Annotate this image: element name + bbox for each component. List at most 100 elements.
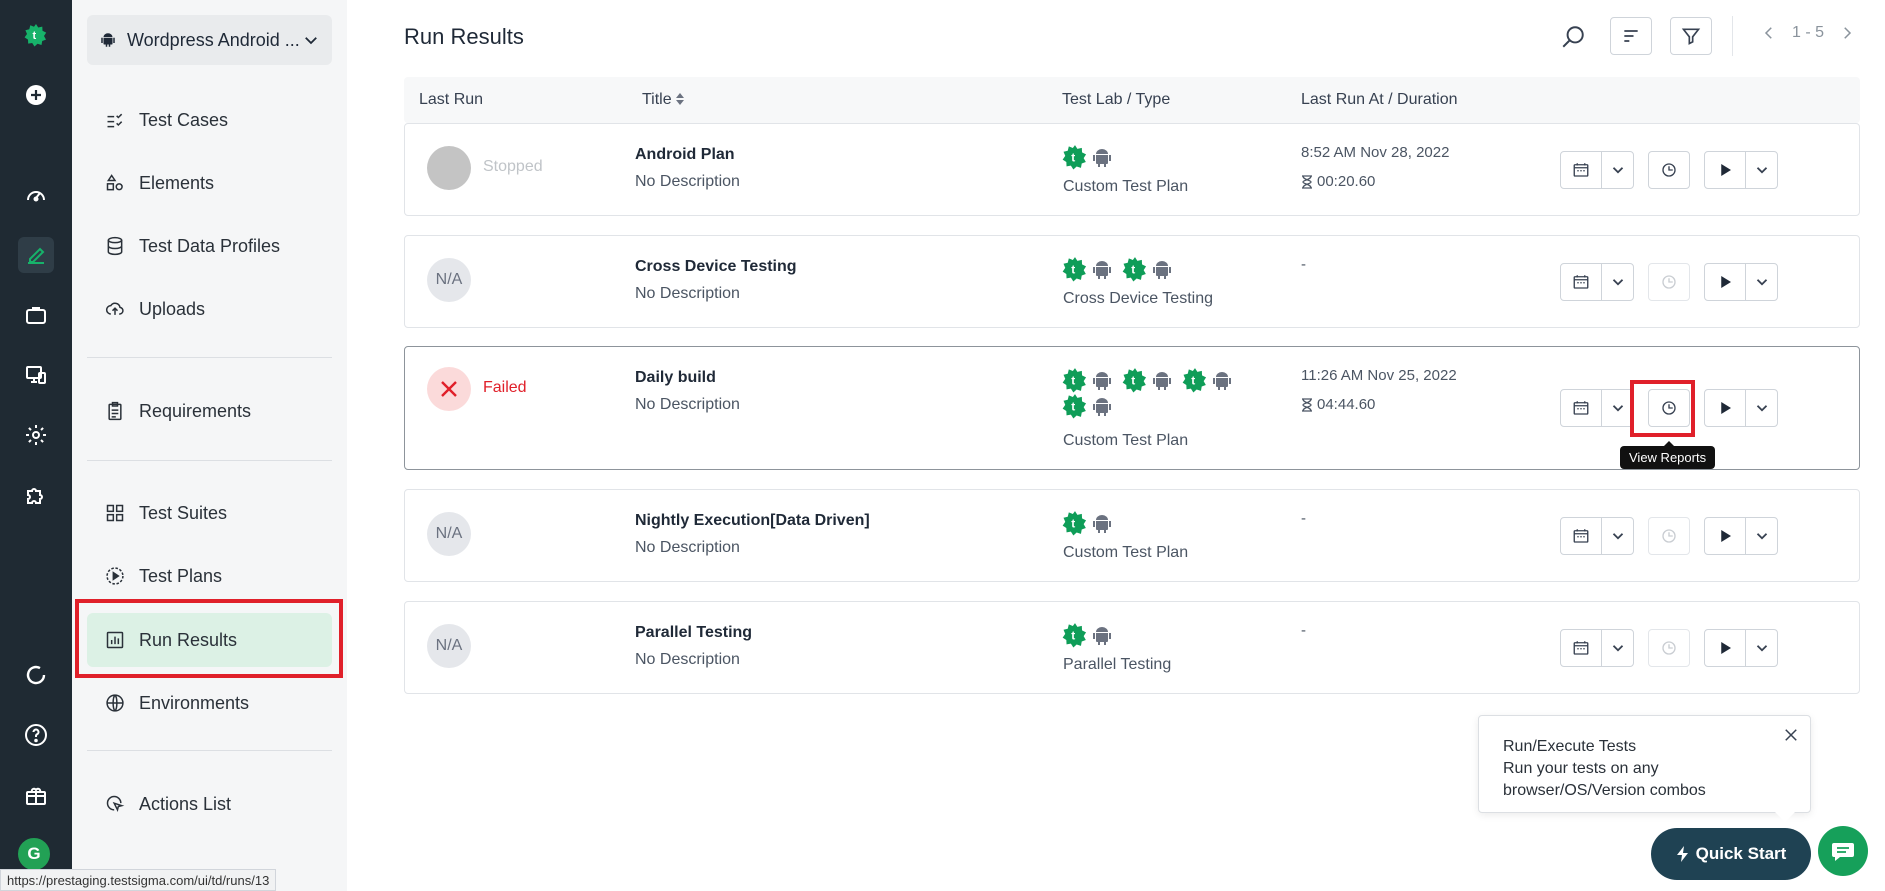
schedule-button[interactable] bbox=[1561, 390, 1601, 426]
search-icon[interactable] bbox=[1560, 24, 1586, 50]
nav-item-requirements[interactable]: Requirements bbox=[87, 384, 332, 438]
run-dropdown-button[interactable] bbox=[1745, 152, 1777, 188]
table-row[interactable]: N/A Parallel Testing No Description t Pa… bbox=[404, 601, 1860, 694]
test-lab-icons: t t bbox=[1062, 256, 1322, 282]
status-badge: N/A bbox=[427, 512, 471, 556]
schedule-dropdown-button[interactable] bbox=[1601, 264, 1633, 300]
row-actions bbox=[1560, 517, 1778, 555]
schedule-button[interactable] bbox=[1561, 264, 1601, 300]
report-pie-icon bbox=[1662, 529, 1676, 543]
chat-bubble-icon bbox=[1832, 843, 1854, 861]
schedule-button[interactable] bbox=[1561, 152, 1601, 188]
help-question-icon[interactable] bbox=[18, 717, 54, 753]
col-header-lab-type: Test Lab / Type bbox=[1062, 91, 1171, 108]
sort-arrows-icon bbox=[675, 93, 684, 105]
last-run-at: - bbox=[1301, 622, 1306, 639]
view-reports-button[interactable] bbox=[1648, 629, 1690, 667]
chevron-left-icon[interactable] bbox=[1760, 24, 1778, 42]
row-title[interactable]: Android Plan bbox=[635, 146, 735, 164]
test-lab-icons: t bbox=[1062, 622, 1252, 648]
chevron-down-icon bbox=[1612, 405, 1623, 412]
android-icon bbox=[1213, 372, 1231, 390]
run-button[interactable] bbox=[1705, 630, 1745, 666]
table-row[interactable]: N/A Cross Device Testing No Description … bbox=[404, 235, 1860, 328]
briefcase-icon[interactable] bbox=[18, 297, 54, 333]
project-name: Wordpress Android ... bbox=[127, 29, 300, 50]
last-run-at: 11:26 AM Nov 25, 2022 bbox=[1301, 367, 1457, 384]
chat-button[interactable] bbox=[1818, 826, 1868, 876]
view-reports-button[interactable] bbox=[1648, 263, 1690, 301]
chevron-down-icon bbox=[1756, 405, 1767, 412]
icon-rail: t G bbox=[0, 0, 72, 891]
row-title[interactable]: Cross Device Testing bbox=[635, 258, 797, 276]
browser-status-url: https://prestaging.testsigma.com/ui/td/r… bbox=[0, 869, 277, 891]
project-selector[interactable]: Wordpress Android ... bbox=[87, 15, 332, 65]
view-reports-button[interactable] bbox=[1648, 517, 1690, 555]
run-button[interactable] bbox=[1705, 390, 1745, 426]
run-button[interactable] bbox=[1705, 152, 1745, 188]
table-row[interactable]: N/A Nightly Execution[Data Driven] No De… bbox=[404, 489, 1860, 582]
run-button[interactable] bbox=[1705, 518, 1745, 554]
chevron-down-icon bbox=[1612, 167, 1623, 174]
col-header-last-run-at: Last Run At / Duration bbox=[1301, 91, 1458, 108]
clipboard-icon bbox=[108, 401, 122, 421]
run-dropdown-button[interactable] bbox=[1745, 264, 1777, 300]
checklist-icon bbox=[107, 113, 123, 128]
test-lab-type: Custom Test Plan bbox=[1063, 544, 1189, 561]
chevron-down-icon bbox=[1756, 167, 1767, 174]
pencil-edit-icon[interactable] bbox=[18, 237, 54, 273]
schedule-button[interactable] bbox=[1561, 518, 1601, 554]
nav-item-test-cases[interactable]: Test Cases bbox=[87, 93, 332, 147]
view-reports-button[interactable] bbox=[1648, 151, 1690, 189]
schedule-button[interactable] bbox=[1561, 630, 1601, 666]
table-header: Last Run Title Test Lab / Type Last Run … bbox=[404, 77, 1860, 123]
svg-text:t: t bbox=[1131, 262, 1135, 276]
col-header-title[interactable]: Title bbox=[642, 91, 685, 109]
quick-start-label: Quick Start bbox=[1695, 844, 1787, 863]
calendar-icon bbox=[1573, 401, 1589, 415]
row-title[interactable]: Parallel Testing bbox=[635, 624, 752, 642]
schedule-dropdown-button[interactable] bbox=[1601, 152, 1633, 188]
filter-button[interactable] bbox=[1670, 17, 1712, 55]
nav-item-label: Test Cases bbox=[139, 109, 229, 130]
schedule-button-group bbox=[1560, 517, 1634, 555]
last-run-at: 8:52 AM Nov 28, 2022 bbox=[1301, 144, 1450, 161]
run-dropdown-button[interactable] bbox=[1745, 390, 1777, 426]
table-row[interactable]: Stopped Android Plan No Description t Cu… bbox=[404, 123, 1860, 216]
schedule-dropdown-button[interactable] bbox=[1601, 390, 1633, 426]
run-duration: 00:20.60 bbox=[1301, 173, 1375, 190]
schedule-dropdown-button[interactable] bbox=[1601, 630, 1633, 666]
testsigma-lab-icon: t bbox=[1062, 368, 1087, 393]
quick-start-button[interactable]: Quick Start bbox=[1651, 828, 1811, 880]
schedule-dropdown-button[interactable] bbox=[1601, 518, 1633, 554]
refresh-circle-icon[interactable] bbox=[18, 657, 54, 693]
testsigma-logo-icon[interactable]: t bbox=[18, 17, 54, 53]
nav-item-uploads[interactable]: Uploads bbox=[87, 282, 332, 336]
dashboard-gauge-icon[interactable] bbox=[18, 177, 54, 213]
device-monitor-icon[interactable] bbox=[18, 357, 54, 393]
sort-button[interactable] bbox=[1610, 17, 1652, 55]
col-header-title-label: Title bbox=[642, 91, 672, 108]
chevron-right-icon[interactable] bbox=[1838, 24, 1856, 42]
close-icon[interactable] bbox=[1782, 726, 1800, 744]
nav-item-test-suites[interactable]: Test Suites bbox=[87, 486, 332, 540]
gear-icon[interactable] bbox=[18, 417, 54, 453]
nav-item-test-data-profiles[interactable]: Test Data Profiles bbox=[87, 219, 332, 273]
run-dropdown-button[interactable] bbox=[1745, 518, 1777, 554]
plus-circle-icon[interactable] bbox=[18, 77, 54, 113]
run-dropdown-button[interactable] bbox=[1745, 630, 1777, 666]
android-icon bbox=[1093, 627, 1111, 645]
user-avatar[interactable]: G bbox=[16, 836, 52, 872]
nav-item-environments[interactable]: Environments bbox=[87, 676, 332, 730]
row-title[interactable]: Nightly Execution[Data Driven] bbox=[635, 512, 870, 530]
nav-item-test-plans[interactable]: Test Plans bbox=[87, 549, 332, 603]
nav-item-elements[interactable]: Elements bbox=[87, 156, 332, 210]
gift-icon[interactable] bbox=[18, 777, 54, 813]
nav-item-actions-list[interactable]: Actions List bbox=[87, 777, 332, 831]
run-button[interactable] bbox=[1705, 264, 1745, 300]
popup-text-line: Run your tests on any bbox=[1503, 760, 1659, 777]
row-title[interactable]: Daily build bbox=[635, 369, 716, 387]
puzzle-addon-icon[interactable] bbox=[18, 477, 54, 513]
android-icon bbox=[1153, 372, 1171, 390]
nav-divider bbox=[87, 357, 332, 358]
